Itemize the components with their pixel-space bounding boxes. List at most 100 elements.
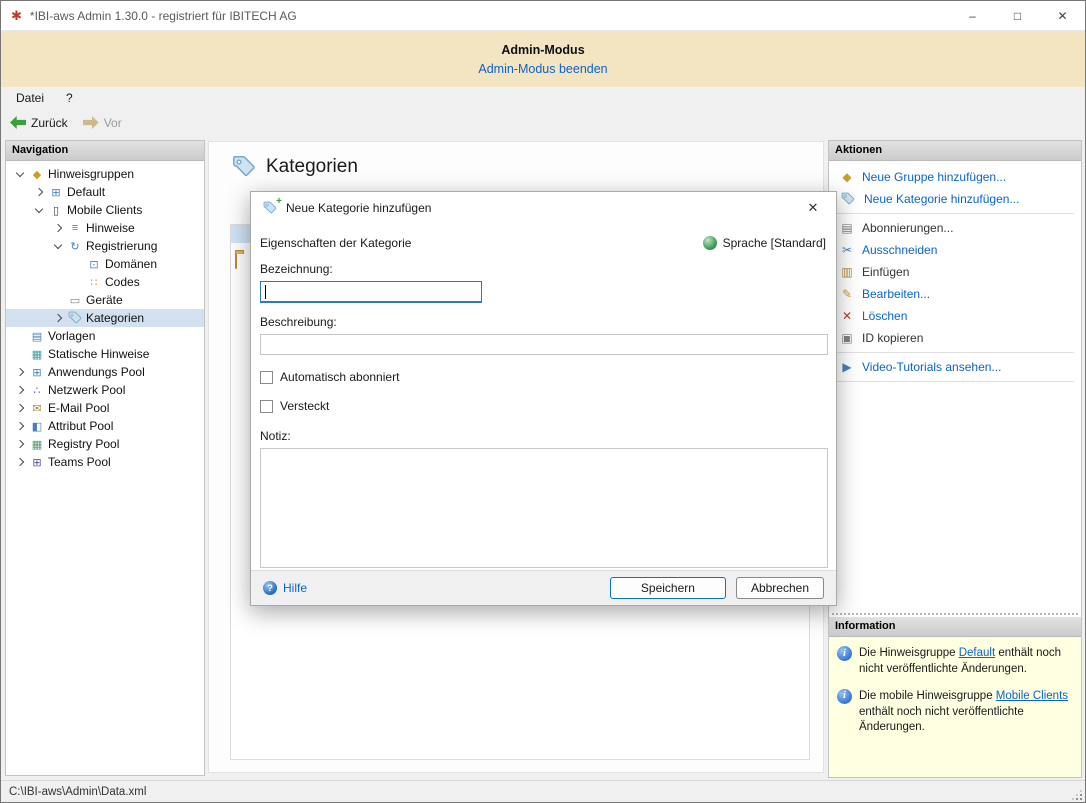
list-icon: ≡ — [66, 222, 84, 234]
tree-item-default[interactable]: ⊞ Default — [6, 183, 204, 201]
copy-icon: ▣ — [839, 331, 855, 345]
action-video-tutorials[interactable]: ▶ Video-Tutorials ansehen... — [829, 356, 1081, 378]
tree-item-vorlagen[interactable]: ▤ Vorlagen — [6, 327, 204, 345]
action-subscriptions[interactable]: ▤ Abonnierungen... — [829, 217, 1081, 239]
save-button[interactable]: Speichern — [610, 577, 726, 599]
tree-item-codes[interactable]: ∷ Codes — [6, 273, 204, 291]
status-path: C:\IBI-aws\Admin\Data.xml — [9, 786, 146, 798]
tree-item-domaenen[interactable]: ⊡ Domänen — [6, 255, 204, 273]
tree-item-mobile-clients[interactable]: ▯ Mobile Clients — [6, 201, 204, 219]
dialog-close-icon[interactable]: ✕ — [802, 200, 824, 216]
chevron-collapsed-icon[interactable] — [12, 364, 28, 380]
tree-item-netzwerk-pool[interactable]: ∴ Netzwerk Pool — [6, 381, 204, 399]
chevron-collapsed-icon[interactable] — [50, 310, 66, 326]
checkbox-icon[interactable] — [260, 371, 273, 384]
chevron-collapsed-icon[interactable] — [12, 382, 28, 398]
title-bar: ✱ *IBI-aws Admin 1.30.0 - registriert fü… — [1, 1, 1085, 31]
default-group-link[interactable]: Default — [959, 647, 995, 659]
panel-splitter[interactable] — [829, 610, 1081, 617]
chevron-expanded-icon[interactable] — [12, 166, 28, 182]
add-group-icon: ◆ — [839, 170, 855, 184]
tree-item-registry-pool[interactable]: ▦ Registry Pool — [6, 435, 204, 453]
cancel-button[interactable]: Abbrechen — [736, 577, 824, 599]
chevron-expanded-icon[interactable] — [31, 202, 47, 218]
email-pool-icon: ✉ — [28, 402, 46, 415]
navigation-tree: ◆ Hinweisgruppen ⊞ Default ▯ Mobile Clie… — [6, 161, 204, 471]
checkbox-versteckt[interactable]: Versteckt — [260, 399, 826, 413]
action-new-category[interactable]: Neue Kategorie hinzufügen... — [829, 188, 1081, 210]
folder-icon — [235, 254, 237, 268]
tag-icon — [68, 311, 82, 325]
admin-mode-exit-link[interactable]: Admin-Modus beenden — [478, 62, 607, 76]
pencil-icon: ✎ — [839, 287, 855, 301]
tree-item-email-pool[interactable]: ✉ E-Mail Pool — [6, 399, 204, 417]
tree-item-kategorien[interactable]: Kategorien — [6, 309, 204, 327]
actions-separator — [836, 352, 1074, 353]
dialog-title: Neue Kategorie hinzufügen — [286, 201, 431, 215]
checkbox-icon[interactable] — [260, 400, 273, 413]
action-delete[interactable]: ✕ Löschen — [829, 305, 1081, 327]
language-selector[interactable]: Sprache [Standard] — [703, 236, 826, 250]
action-paste[interactable]: ▥ Einfügen — [829, 261, 1081, 283]
info-message-text: Die Hinweisgruppe Default enthält noch n… — [859, 646, 1073, 678]
chevron-collapsed-icon[interactable] — [50, 220, 66, 236]
tree-item-hinweisgruppen[interactable]: ◆ Hinweisgruppen — [6, 165, 204, 183]
window-controls: – □ ✕ — [950, 1, 1085, 30]
tree-item-teams-pool[interactable]: ⊞ Teams Pool — [6, 453, 204, 471]
attribute-pool-icon: ◧ — [28, 420, 46, 433]
tree-item-geraete[interactable]: ▭ Geräte — [6, 291, 204, 309]
back-button[interactable]: Zurück — [10, 116, 68, 130]
info-message: i Die mobile Hinweisgruppe Mobile Client… — [837, 689, 1073, 737]
app-logo-icon: ✱ — [11, 8, 22, 24]
actions-list: ◆ Neue Gruppe hinzufügen... Neue Kategor… — [829, 161, 1081, 387]
window-title: *IBI-aws Admin 1.30.0 - registriert für … — [30, 9, 297, 23]
action-edit[interactable]: ✎ Bearbeiten... — [829, 283, 1081, 305]
subscriptions-icon: ▤ — [839, 221, 855, 235]
globe-icon — [703, 236, 717, 250]
app-window: ✱ *IBI-aws Admin 1.30.0 - registriert fü… — [0, 0, 1086, 803]
chevron-none — [69, 274, 85, 290]
chevron-collapsed-icon[interactable] — [31, 184, 47, 200]
page-title: Kategorien — [266, 156, 358, 178]
tree-item-hinweise[interactable]: ≡ Hinweise — [6, 219, 204, 237]
resize-grip[interactable] — [1072, 790, 1082, 800]
action-new-group[interactable]: ◆ Neue Gruppe hinzufügen... — [829, 166, 1081, 188]
actions-separator — [836, 381, 1074, 382]
chevron-collapsed-icon[interactable] — [12, 436, 28, 452]
chevron-expanded-icon[interactable] — [50, 238, 66, 254]
close-button[interactable]: ✕ — [1040, 1, 1085, 30]
tree-item-anwendungs-pool[interactable]: ⊞ Anwendungs Pool — [6, 363, 204, 381]
info-message: i Die Hinweisgruppe Default enthält noch… — [837, 646, 1073, 678]
menu-datei[interactable]: Datei — [16, 91, 44, 105]
info-icon: i — [837, 646, 852, 661]
chevron-collapsed-icon[interactable] — [12, 400, 28, 416]
help-link[interactable]: ? Hilfe — [263, 581, 307, 595]
forward-button[interactable]: Vor — [83, 116, 122, 130]
minimize-button[interactable]: – — [950, 1, 995, 30]
navigation-panel: Navigation ◆ Hinweisgruppen ⊞ Default ▯ … — [5, 140, 205, 776]
maximize-button[interactable]: □ — [995, 1, 1040, 30]
codes-icon: ∷ — [85, 276, 103, 289]
registration-icon: ↻ — [66, 240, 84, 253]
dialog-title-bar: + Neue Kategorie hinzufügen ✕ — [251, 192, 836, 224]
chevron-collapsed-icon[interactable] — [12, 418, 28, 434]
teams-pool-icon: ⊞ — [28, 456, 46, 469]
actions-header: Aktionen — [829, 141, 1081, 161]
toolbar: Zurück Vor — [1, 109, 1085, 136]
checkbox-automatisch-abonniert[interactable]: Automatisch abonniert — [260, 370, 826, 384]
tree-item-statische-hinweise[interactable]: ▦ Statische Hinweise — [6, 345, 204, 363]
action-copy-id[interactable]: ▣ ID kopieren — [829, 327, 1081, 349]
status-bar: C:\IBI-aws\Admin\Data.xml — [1, 780, 1085, 803]
static-notice-icon: ▦ — [28, 348, 46, 361]
bezeichnung-input[interactable] — [260, 281, 482, 303]
notiz-textarea[interactable] — [260, 448, 828, 568]
menu-help[interactable]: ? — [66, 91, 73, 105]
beschreibung-input[interactable] — [260, 334, 828, 355]
tree-item-attribut-pool[interactable]: ◧ Attribut Pool — [6, 417, 204, 435]
mobile-clients-link[interactable]: Mobile Clients — [996, 690, 1068, 702]
action-cut[interactable]: ✂ Ausschneiden — [829, 239, 1081, 261]
tree-item-registrierung[interactable]: ↻ Registrierung — [6, 237, 204, 255]
text-caret — [265, 285, 266, 299]
chevron-collapsed-icon[interactable] — [12, 454, 28, 470]
help-icon: ? — [263, 581, 277, 595]
